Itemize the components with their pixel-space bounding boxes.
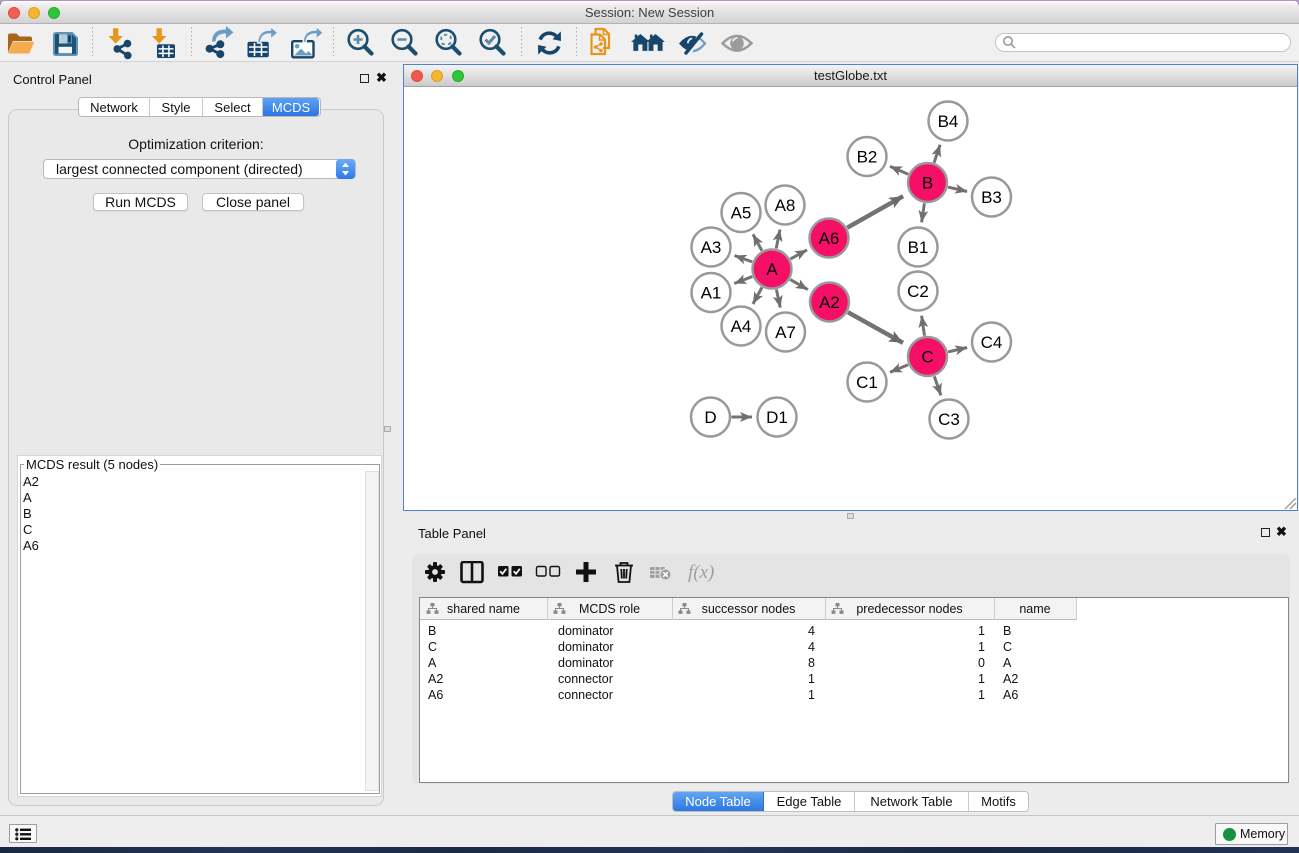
svg-text:f(x): f(x)	[688, 562, 714, 583]
svg-text:A4: A4	[731, 317, 752, 336]
svg-text:C2: C2	[907, 282, 929, 301]
svg-text:A3: A3	[701, 238, 722, 257]
svg-text:C: C	[921, 348, 933, 367]
svg-text:D1: D1	[766, 408, 788, 427]
svg-text:C1: C1	[856, 373, 878, 392]
svg-text:B2: B2	[857, 148, 878, 167]
svg-text:A8: A8	[775, 196, 796, 215]
svg-text:A2: A2	[819, 293, 840, 312]
svg-text:A: A	[766, 260, 778, 279]
svg-text:A7: A7	[775, 323, 796, 342]
svg-text:B4: B4	[938, 112, 959, 131]
svg-text:B1: B1	[908, 238, 929, 257]
svg-text:A5: A5	[731, 204, 752, 223]
svg-text:B: B	[922, 174, 933, 193]
svg-text:A6: A6	[819, 229, 840, 248]
svg-text:B3: B3	[981, 188, 1002, 207]
svg-text:C3: C3	[938, 410, 960, 429]
svg-text:A1: A1	[701, 284, 722, 303]
svg-text:C4: C4	[981, 333, 1003, 352]
svg-text:D: D	[704, 408, 716, 427]
